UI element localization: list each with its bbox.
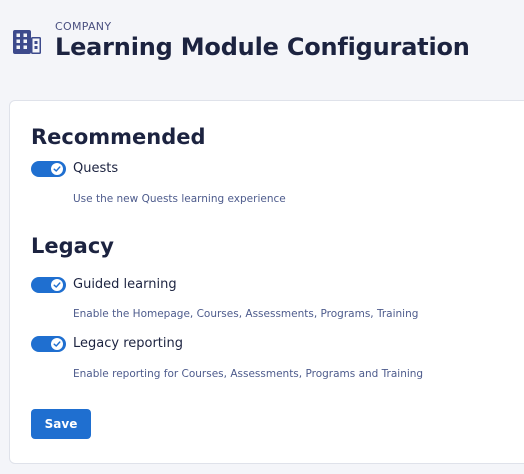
company-eyebrow: COMPANY [55, 20, 112, 33]
check-icon [53, 166, 61, 172]
legacy-reporting-label: Legacy reporting [73, 336, 184, 351]
guided-learning-label: Guided learning [73, 277, 177, 292]
check-icon [53, 341, 61, 347]
guided-learning-description: Enable the Homepage, Courses, Assessment… [73, 308, 419, 320]
section-title-recommended: Recommended [31, 125, 206, 149]
toggle-knob [51, 163, 63, 175]
legacy-reporting-toggle[interactable] [31, 336, 66, 352]
guided-learning-toggle[interactable] [31, 277, 66, 293]
section-title-legacy: Legacy [31, 234, 114, 258]
quests-description: Use the new Quests learning experience [73, 193, 286, 205]
page-title: Learning Module Configuration [55, 33, 470, 61]
check-icon [53, 282, 61, 288]
page-header: COMPANY Learning Module Configuration [0, 0, 524, 100]
legacy-reporting-description: Enable reporting for Courses, Assessment… [73, 368, 424, 380]
building-icon [12, 28, 42, 56]
toggle-knob [51, 279, 63, 291]
quests-toggle[interactable] [31, 161, 66, 177]
toggle-knob [51, 338, 63, 350]
quests-label: Quests [73, 161, 119, 176]
save-button[interactable]: Save [31, 409, 91, 439]
